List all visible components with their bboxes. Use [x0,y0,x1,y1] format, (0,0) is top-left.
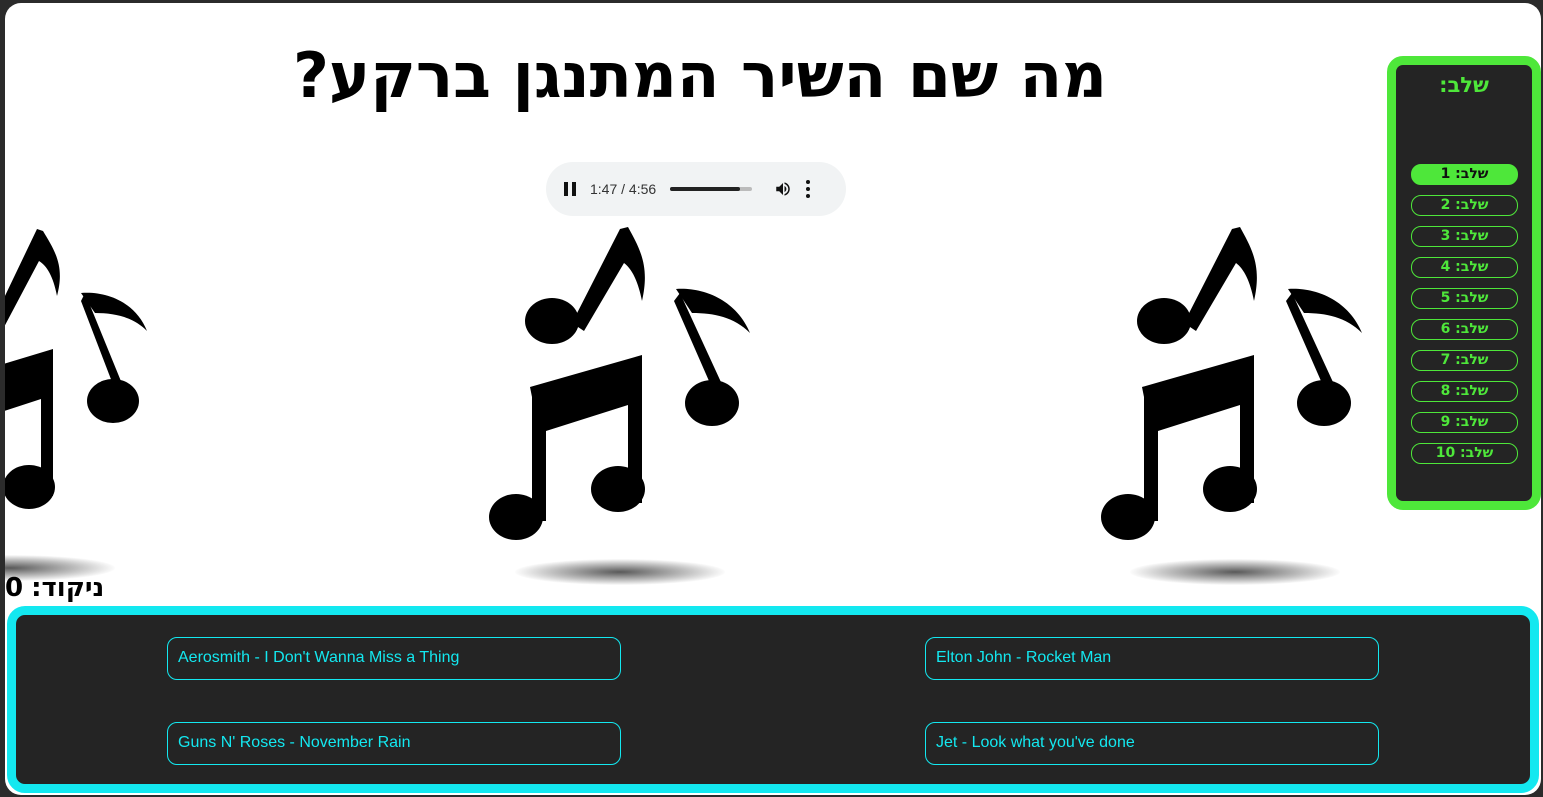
level-button-5[interactable]: שלב: 5 [1411,288,1518,309]
level-button-7[interactable]: שלב: 7 [1411,350,1518,371]
score-value: 0 [5,573,24,603]
level-button-6[interactable]: שלב: 6 [1411,319,1518,340]
audio-time: 1:47 / 4:56 [590,181,657,197]
note-shadow [1130,559,1340,585]
answer-option-3[interactable]: Guns N' Roses - November Rain [167,722,621,765]
music-notes-icon [5,229,147,509]
level-button-2[interactable]: שלב: 2 [1411,195,1518,216]
level-button-8[interactable]: שלב: 8 [1411,381,1518,402]
level-button-10[interactable]: שלב: 10 [1411,443,1518,464]
score-display: ניקוד: 0 [5,573,104,603]
pause-icon[interactable] [564,182,578,196]
answers-panel: Aerosmith - I Don't Wanna Miss a Thing E… [7,606,1539,793]
answer-option-2[interactable]: Elton John - Rocket Man [925,637,1379,680]
volume-icon[interactable] [774,180,792,198]
audio-player[interactable]: 1:47 / 4:56 [546,162,846,216]
answer-option-4[interactable]: Jet - Look what you've done [925,722,1379,765]
level-button-3[interactable]: שלב: 3 [1411,226,1518,247]
music-notes-icon [489,227,750,540]
audio-progress-fill [670,187,740,191]
level-button-9[interactable]: שלב: 9 [1411,412,1518,433]
level-button-1[interactable]: שלב: 1 [1411,164,1518,185]
game-page: מה שם השיר המתנגן ברקע? 1:47 / 4:56 ניקו… [5,3,1541,795]
question-title: מה שם השיר המתנגן ברקע? [292,39,1108,112]
levels-panel: שלב: שלב: 1 שלב: 2 שלב: 3 שלב: 4 שלב: 5 … [1387,56,1541,510]
music-notes-icon [1101,227,1362,540]
level-button-4[interactable]: שלב: 4 [1411,257,1518,278]
answer-option-1[interactable]: Aerosmith - I Don't Wanna Miss a Thing [167,637,621,680]
levels-title: שלב: [1439,73,1489,97]
audio-seek-bar[interactable] [670,187,753,191]
more-options-icon[interactable] [806,180,811,198]
score-label: ניקוד: [31,573,105,603]
note-shadow [515,559,725,585]
